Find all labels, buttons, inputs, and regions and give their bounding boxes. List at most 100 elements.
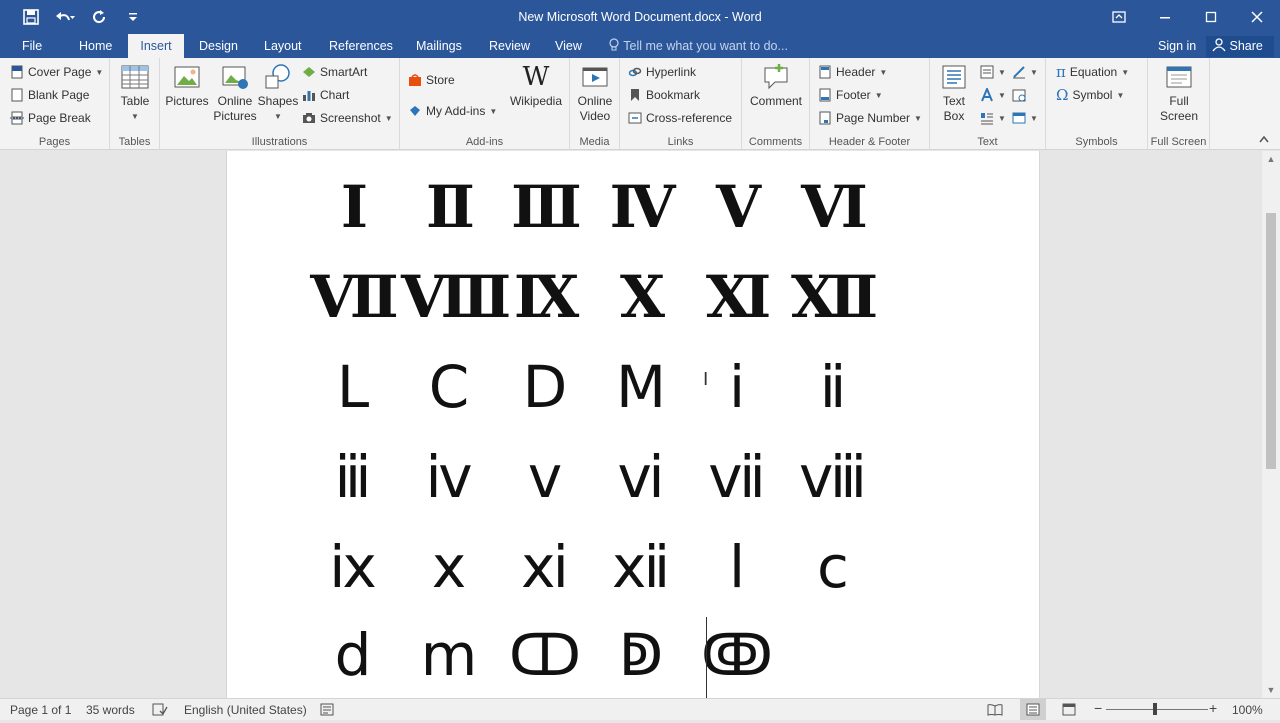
- hyperlink-button[interactable]: Hyperlink: [628, 62, 696, 82]
- tab-layout[interactable]: Layout: [254, 34, 312, 58]
- roman-numeral-glyph: ⅹ: [431, 533, 467, 601]
- ribbon-display-icon[interactable]: [1096, 0, 1142, 34]
- tab-file[interactable]: File: [12, 34, 52, 58]
- comment-button[interactable]: Comment: [746, 62, 806, 109]
- roman-numeral-glyph: Ⅹ: [619, 263, 665, 331]
- tab-mailings[interactable]: Mailings: [406, 34, 472, 58]
- wikipedia-label: Wikipedia: [509, 94, 563, 108]
- roman-numeral-glyph: ⅿ: [420, 621, 478, 689]
- pictures-button[interactable]: Pictures: [164, 62, 210, 109]
- vertical-scrollbar[interactable]: ▲ ▼: [1262, 151, 1280, 698]
- text-box-button[interactable]: Text Box: [934, 62, 974, 124]
- drop-cap-button[interactable]: ▼: [980, 108, 1006, 128]
- calendar-icon: [1012, 89, 1026, 102]
- store-icon: [409, 74, 421, 86]
- online-picture-icon: [222, 66, 248, 89]
- language[interactable]: English (United States): [184, 703, 307, 717]
- scroll-up-icon[interactable]: ▲: [1262, 151, 1280, 167]
- scroll-down-icon[interactable]: ▼: [1262, 682, 1280, 698]
- tab-review[interactable]: Review: [479, 34, 540, 58]
- chart-icon: [303, 91, 315, 101]
- print-layout-icon[interactable]: [1020, 699, 1046, 720]
- tab-references[interactable]: References: [319, 34, 403, 58]
- equation-button[interactable]: π Equation ▼: [1056, 62, 1129, 82]
- tab-insert[interactable]: Insert: [128, 34, 184, 58]
- cover-page-button[interactable]: Cover Page ▼: [10, 62, 103, 82]
- zoom-out-icon[interactable]: −: [1094, 700, 1102, 716]
- minimize-icon[interactable]: [1142, 0, 1188, 34]
- full-screen-button[interactable]: Full Screen: [1153, 62, 1205, 124]
- online-pictures-button[interactable]: Online Pictures: [212, 62, 258, 124]
- roman-numeral-glyph: Ⅵ: [801, 173, 868, 241]
- footer-icon: [819, 88, 831, 102]
- cross-reference-button[interactable]: Cross-reference: [628, 108, 732, 128]
- chevron-down-icon: ▼: [998, 67, 1006, 77]
- scrollbar-thumb[interactable]: [1266, 213, 1276, 469]
- header-label: Header: [836, 65, 876, 79]
- bookmark-icon: [631, 89, 639, 101]
- read-mode-icon[interactable]: [987, 703, 1003, 719]
- sign-in-link[interactable]: Sign in: [1158, 34, 1196, 58]
- maximize-icon[interactable]: [1188, 0, 1234, 34]
- footer-button[interactable]: Footer ▼: [818, 85, 883, 105]
- share-button[interactable]: Share: [1206, 36, 1274, 57]
- group-full-screen: Full Screen Full Screen: [1148, 58, 1210, 150]
- page-count[interactable]: Page 1 of 1: [10, 703, 71, 717]
- my-addins-button[interactable]: My Add-ins ▼: [408, 101, 497, 121]
- chevron-down-icon: ▼: [914, 113, 922, 123]
- symbol-button[interactable]: Ω Symbol ▼: [1056, 85, 1124, 105]
- zoom-slider[interactable]: [1106, 709, 1208, 710]
- text-box-label-1: Text: [942, 94, 965, 108]
- zoom-in-icon[interactable]: +: [1209, 700, 1217, 716]
- group-label-links: Links: [667, 136, 694, 148]
- macro-recording-icon[interactable]: [320, 703, 334, 719]
- tab-home[interactable]: Home: [69, 34, 122, 58]
- date-time-button[interactable]: [1012, 85, 1026, 105]
- roman-numeral-glyph: ↁ: [618, 621, 664, 689]
- chevron-down-icon: ▼: [998, 113, 1006, 123]
- online-video-button[interactable]: Online Video: [573, 62, 617, 124]
- blank-page-button[interactable]: Blank Page: [10, 85, 89, 105]
- bookmark-button[interactable]: Bookmark: [628, 85, 700, 105]
- word-count[interactable]: 35 words: [86, 703, 135, 717]
- smartart-button[interactable]: SmartArt: [302, 62, 367, 82]
- page-break-button[interactable]: Page Break: [10, 108, 91, 128]
- store-button[interactable]: Store: [408, 70, 455, 90]
- quick-parts-button[interactable]: ▼: [980, 62, 1006, 82]
- document-area: Ⅰ Ⅱ Ⅲ Ⅳ Ⅴ Ⅵ Ⅶ Ⅷ Ⅸ Ⅹ Ⅺ Ⅻ Ⅼ Ⅽ Ⅾ Ⅿ ⅰ ⅱ ⅲ ⅳ …: [0, 151, 1262, 698]
- wordart-button[interactable]: ▼: [980, 85, 1006, 105]
- tell-me-box[interactable]: Tell me what you want to do...: [608, 34, 788, 58]
- online-video-label-2: Video: [579, 109, 611, 123]
- header-button[interactable]: Header ▼: [818, 62, 887, 82]
- signature-line-button[interactable]: ▼: [1012, 62, 1038, 82]
- screenshot-button[interactable]: Screenshot ▼: [302, 108, 393, 128]
- page-number-button[interactable]: Page Number ▼: [818, 108, 922, 128]
- picture-icon: [174, 66, 200, 88]
- group-links: Hyperlink Bookmark Cross-reference Links: [620, 58, 742, 150]
- web-layout-icon[interactable]: [1062, 703, 1076, 719]
- group-symbols: π Equation ▼ Ω Symbol ▼ Symbols: [1046, 58, 1148, 150]
- table-button[interactable]: Table ▼: [117, 62, 153, 124]
- close-icon[interactable]: [1234, 0, 1280, 34]
- zoom-slider-thumb[interactable]: [1153, 703, 1157, 715]
- document-page[interactable]: Ⅰ Ⅱ Ⅲ Ⅳ Ⅴ Ⅵ Ⅶ Ⅷ Ⅸ Ⅹ Ⅺ Ⅻ Ⅼ Ⅽ Ⅾ Ⅿ ⅰ ⅱ ⅲ ⅳ …: [226, 151, 1040, 698]
- proofing-icon[interactable]: [152, 703, 168, 719]
- chart-button[interactable]: Chart: [302, 85, 349, 105]
- full-screen-icon: [1166, 66, 1192, 88]
- roman-numeral-glyph: Ⅺ: [705, 263, 771, 331]
- object-button[interactable]: ▼: [1012, 108, 1038, 128]
- roman-numeral-glyph: ⅷ: [799, 443, 867, 511]
- omega-icon: Ω: [1056, 86, 1069, 104]
- tab-view[interactable]: View: [545, 34, 592, 58]
- group-illustrations: Pictures Online Pictures Shapes ▼ SmartA…: [160, 58, 400, 150]
- collapse-ribbon-icon[interactable]: [1258, 134, 1270, 147]
- shapes-button[interactable]: Shapes ▼: [258, 62, 298, 124]
- group-label-comments: Comments: [748, 136, 803, 148]
- zoom-level[interactable]: 100%: [1232, 703, 1263, 717]
- group-label-text: Text: [977, 136, 998, 148]
- addins-icon: [410, 106, 420, 116]
- group-label-header-footer: Header & Footer: [828, 136, 911, 148]
- pi-icon: π: [1056, 63, 1066, 81]
- tab-design[interactable]: Design: [189, 34, 248, 58]
- wikipedia-button[interactable]: W Wikipedia: [506, 62, 566, 109]
